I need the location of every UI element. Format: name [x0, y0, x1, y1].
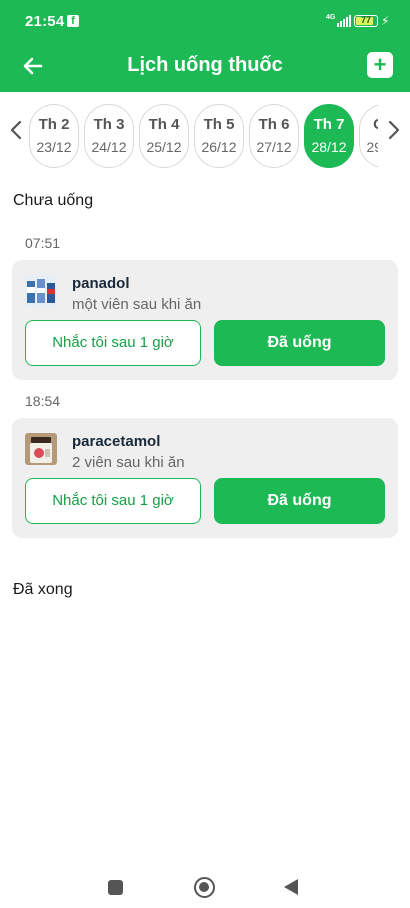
day-date: 29/12 [366, 139, 378, 155]
network-type: 4G [326, 14, 336, 21]
day-name: CN [360, 116, 378, 133]
dose-time: 07:51 [25, 235, 61, 251]
day-chip[interactable]: Th 6 27/12 [249, 104, 299, 168]
medicine-dose: 2 viên sau khi ăn [72, 454, 185, 471]
day-name: Th 5 [203, 116, 235, 133]
day-date: 27/12 [256, 139, 292, 155]
battery-level: 77 [360, 15, 371, 25]
home-icon[interactable] [194, 877, 215, 898]
medicine-dose: một viên sau khi ăn [72, 296, 202, 313]
medicine-card: paracetamol 2 viên sau khi ăn Nhắc tôi s… [12, 418, 398, 538]
medicine-jar-icon [25, 433, 57, 465]
day-chip[interactable]: Th 3 24/12 [84, 104, 134, 168]
day-chip[interactable]: Th 5 26/12 [194, 104, 244, 168]
chevron-left-icon[interactable] [6, 118, 26, 142]
day-date: 28/12 [311, 139, 347, 155]
day-chip[interactable]: Th 4 25/12 [139, 104, 189, 168]
status-bar: 21:54 f 4G 77 ⚡ [0, 0, 410, 44]
day-name: Th 6 [258, 116, 290, 133]
app-bar: Lịch uống thuốc + [0, 44, 410, 92]
taken-button[interactable]: Đã uống [214, 478, 385, 524]
medicine-card: panadol một viên sau khi ăn Nhắc tôi sau… [12, 260, 398, 380]
recent-apps-icon[interactable] [108, 880, 123, 895]
plus-icon[interactable]: + [367, 52, 393, 78]
system-nav-bar [0, 860, 410, 908]
remind-later-button[interactable]: Nhắc tôi sau 1 giờ [25, 478, 201, 524]
signal-icon [337, 15, 351, 27]
charging-icon: ⚡ [381, 14, 390, 28]
section-title-pending: Chưa uống [13, 192, 94, 209]
facebook-icon: f [67, 15, 79, 27]
day-date: 26/12 [201, 139, 237, 155]
remind-later-button[interactable]: Nhắc tôi sau 1 giờ [25, 320, 201, 366]
dose-time: 18:54 [25, 393, 61, 409]
day-date: 25/12 [146, 139, 182, 155]
day-name: Th 3 [93, 116, 125, 133]
medicine-name: panadol [72, 275, 130, 292]
page-title: Lịch uống thuốc [127, 54, 283, 76]
day-date: 24/12 [91, 139, 127, 155]
medicine-bottle-icon [25, 275, 57, 307]
day-chip[interactable]: Th 2 23/12 [29, 104, 79, 168]
section-title-done: Đã xong [13, 581, 73, 598]
taken-button[interactable]: Đã uống [214, 320, 385, 366]
medicine-name: paracetamol [72, 433, 161, 450]
date-strip: Th 2 23/12 Th 3 24/12 Th 4 25/12 Th 5 26… [0, 96, 410, 176]
day-list: Th 2 23/12 Th 3 24/12 Th 4 25/12 Th 5 26… [29, 104, 378, 170]
battery-icon: 77 [354, 15, 378, 27]
chevron-right-icon[interactable] [384, 118, 404, 142]
day-chip[interactable]: CN 29/12 [359, 104, 378, 168]
day-name: Th 7 [313, 116, 345, 133]
day-date: 23/12 [36, 139, 72, 155]
day-name: Th 2 [38, 116, 70, 133]
back-triangle-icon[interactable] [284, 879, 298, 895]
day-chip-selected[interactable]: Th 7 28/12 [304, 104, 354, 168]
day-name: Th 4 [148, 116, 180, 133]
status-time: 21:54 [25, 13, 65, 30]
